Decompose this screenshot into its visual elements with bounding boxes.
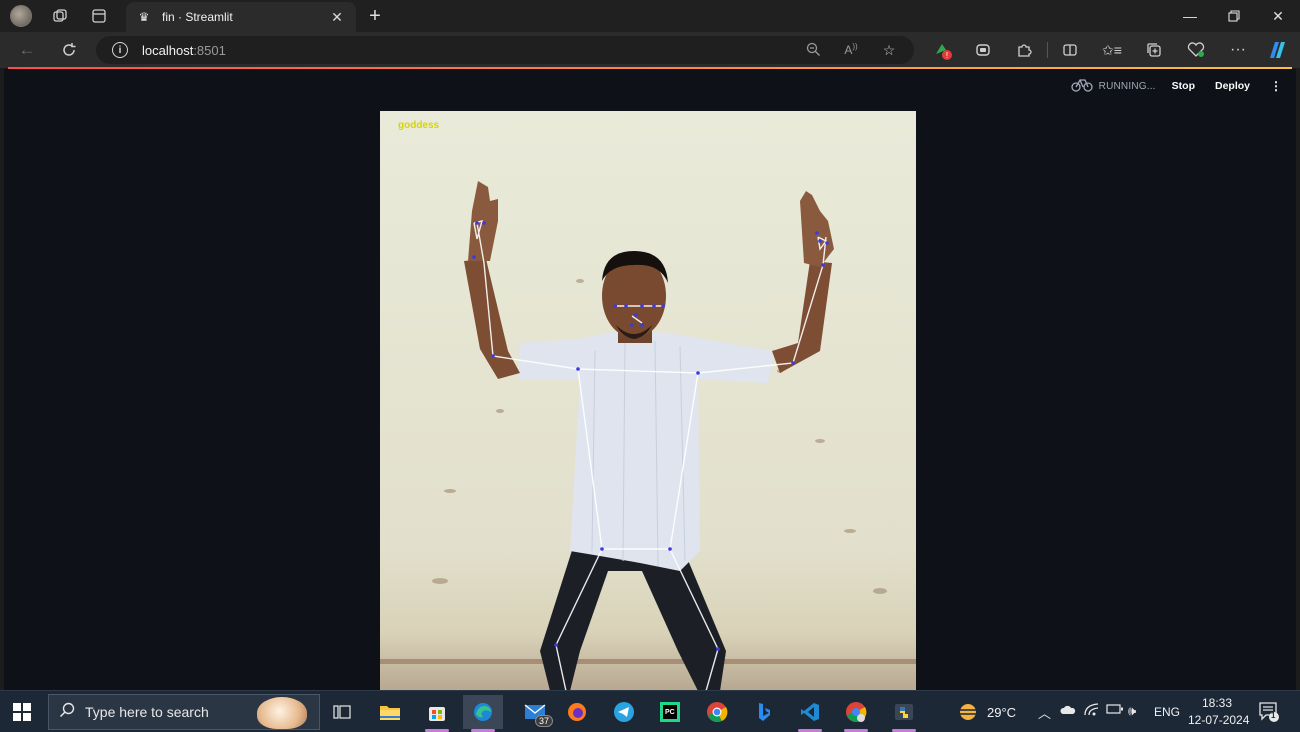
split-screen-icon[interactable] bbox=[1058, 38, 1082, 62]
tab-active[interactable]: ♛ fin · Streamlit ✕ bbox=[126, 2, 356, 32]
extension-alert-icon[interactable]: ! bbox=[930, 38, 954, 62]
new-tab-button[interactable]: + bbox=[364, 5, 386, 27]
windows-taskbar: Type here to search 37 PC 29°C ︿ 🕪 ENG 1… bbox=[0, 690, 1300, 732]
mail-icon[interactable]: 37 bbox=[515, 695, 555, 729]
clock-time[interactable]: 18:33 bbox=[1202, 696, 1232, 710]
language-indicator[interactable]: ENG bbox=[1154, 705, 1180, 719]
bing-icon[interactable] bbox=[744, 695, 784, 729]
volume-icon[interactable]: 🕪 bbox=[1128, 703, 1136, 719]
notification-center-icon[interactable]: 1 bbox=[1258, 701, 1280, 728]
collections-icon[interactable] bbox=[1142, 38, 1166, 62]
browser-toolbar: ← i localhost:8501 A)) ☆ ! ✩≡ ··· bbox=[0, 32, 1300, 68]
streamlit-crown-icon: ♛ bbox=[138, 10, 150, 24]
search-highlight-shell-image bbox=[257, 697, 307, 729]
file-explorer-icon[interactable] bbox=[370, 695, 410, 729]
pose-image: goddess bbox=[380, 111, 916, 690]
workspaces-icon[interactable] bbox=[48, 4, 72, 28]
address-bar[interactable]: i localhost:8501 A)) ☆ bbox=[96, 36, 914, 64]
weather-sun-icon[interactable] bbox=[956, 702, 980, 727]
extension-icon[interactable] bbox=[971, 38, 995, 62]
pycharm-icon[interactable]: PC bbox=[650, 695, 690, 729]
close-window-button[interactable]: ✕ bbox=[1256, 0, 1300, 32]
svg-text:PC: PC bbox=[665, 709, 675, 716]
close-tab-icon[interactable]: ✕ bbox=[328, 9, 346, 26]
clock-date[interactable]: 12-07-2024 bbox=[1188, 713, 1249, 727]
taskbar-search-box[interactable]: Type here to search bbox=[48, 694, 320, 730]
streamlit-app: RUNNING... Stop Deploy ⋮ goddess bbox=[4, 69, 1296, 690]
telegram-icon[interactable] bbox=[604, 695, 644, 729]
main-menu-button[interactable]: ⋮ bbox=[1270, 79, 1282, 93]
site-info-icon[interactable]: i bbox=[112, 42, 128, 58]
refresh-button[interactable] bbox=[56, 38, 82, 62]
url-port: :8501 bbox=[193, 42, 226, 58]
tab-title: fin · Streamlit bbox=[162, 10, 233, 24]
extensions-puzzle-icon[interactable] bbox=[1012, 38, 1036, 62]
restore-button[interactable] bbox=[1212, 0, 1256, 32]
battery-icon[interactable] bbox=[1106, 703, 1124, 718]
search-placeholder: Type here to search bbox=[85, 704, 209, 720]
onedrive-cloud-icon[interactable] bbox=[1060, 703, 1076, 718]
search-icon bbox=[59, 702, 75, 722]
microsoft-store-icon[interactable] bbox=[417, 695, 457, 732]
profile-avatar[interactable] bbox=[9, 4, 33, 28]
back-button[interactable]: ← bbox=[14, 38, 40, 62]
windows-start-icon[interactable] bbox=[8, 699, 36, 725]
python-icon[interactable] bbox=[884, 695, 924, 732]
weather-temperature[interactable]: 29°C bbox=[987, 705, 1016, 720]
app-status-bar: RUNNING... Stop Deploy ⋮ bbox=[1071, 76, 1282, 97]
svg-text:!: ! bbox=[946, 51, 948, 60]
read-aloud-icon[interactable]: A)) bbox=[842, 42, 860, 57]
notification-count: 1 bbox=[1271, 711, 1276, 720]
copilot-icon[interactable] bbox=[1265, 38, 1289, 62]
url-host: localhost bbox=[142, 42, 194, 58]
favorite-star-icon[interactable]: ☆ bbox=[880, 42, 898, 59]
vertical-tabs-icon[interactable] bbox=[87, 4, 111, 28]
vscode-icon[interactable] bbox=[790, 695, 830, 732]
running-bicycle-icon bbox=[1071, 76, 1093, 97]
wifi-icon[interactable] bbox=[1084, 703, 1100, 720]
more-options-icon[interactable]: ··· bbox=[1226, 38, 1250, 62]
chrome-profile-icon[interactable] bbox=[836, 695, 876, 732]
mail-badge: 37 bbox=[534, 715, 553, 727]
chrome-icon[interactable] bbox=[697, 695, 737, 729]
stop-button[interactable]: Stop bbox=[1172, 80, 1195, 92]
show-hidden-icons-chevron-icon[interactable]: ︿ bbox=[1038, 703, 1051, 722]
deploy-button[interactable]: Deploy bbox=[1215, 80, 1250, 92]
pose-label: goddess bbox=[398, 120, 440, 131]
task-view-icon[interactable] bbox=[322, 695, 362, 729]
favorites-icon[interactable]: ✩≡ bbox=[1100, 38, 1124, 62]
browser-titlebar: ♛ fin · Streamlit ✕ + — ✕ bbox=[0, 0, 1300, 32]
edge-taskbar-icon[interactable] bbox=[463, 695, 503, 732]
firefox-icon[interactable] bbox=[557, 695, 597, 729]
zoom-out-icon[interactable] bbox=[804, 42, 822, 60]
running-status: RUNNING... bbox=[1098, 80, 1156, 92]
browser-essentials-icon[interactable] bbox=[1184, 38, 1208, 62]
minimize-button[interactable]: — bbox=[1168, 0, 1212, 32]
